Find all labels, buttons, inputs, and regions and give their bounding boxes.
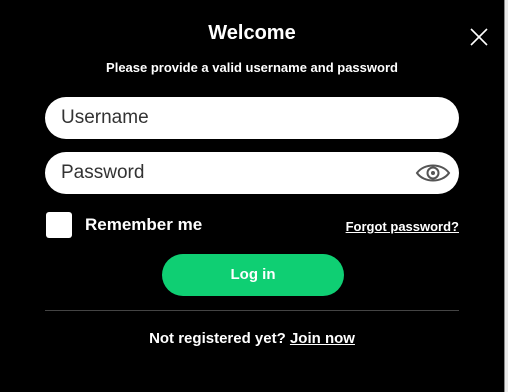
dialog-title: Welcome <box>208 22 296 44</box>
divider <box>45 310 459 311</box>
remember-me-label: Remember me <box>85 215 203 234</box>
close-icon <box>470 28 488 46</box>
password-field <box>45 152 459 194</box>
username-field <box>45 97 459 139</box>
close-button[interactable] <box>468 26 490 48</box>
password-input[interactable] <box>61 152 401 194</box>
join-now-link[interactable]: Join now <box>290 330 355 347</box>
register-prompt-text: Not registered yet? <box>149 330 286 347</box>
login-dialog: Welcome Please provide a valid username … <box>0 0 504 392</box>
username-input[interactable] <box>61 97 401 139</box>
forgot-password-link[interactable]: Forgot password? <box>346 219 459 235</box>
remember-me-checkbox[interactable] <box>46 212 72 238</box>
login-button[interactable]: Log in <box>162 254 344 296</box>
login-modal-page: Welcome Please provide a valid username … <box>0 0 508 392</box>
register-prompt: Not registered yet? Join now <box>0 329 504 349</box>
show-password-toggle[interactable] <box>415 161 451 185</box>
eye-icon <box>415 164 451 182</box>
underlying-page-edge <box>504 0 508 392</box>
dialog-subtitle: Please provide a valid username and pass… <box>106 60 398 75</box>
